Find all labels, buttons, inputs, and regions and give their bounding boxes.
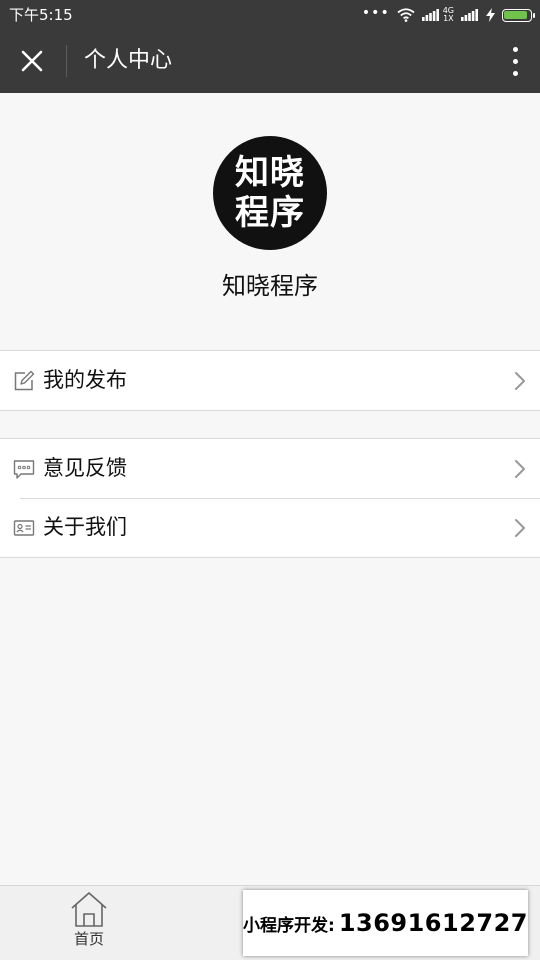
nav-bar: 个人中心 (0, 30, 540, 93)
nav-divider (66, 45, 67, 77)
signal-icon (461, 9, 478, 21)
feedback-icon (13, 460, 35, 479)
wifi-icon (397, 8, 415, 22)
avatar-text-line2: 程序 (235, 193, 305, 233)
menu-group-info: 意见反馈 关于我们 (0, 438, 540, 558)
promo-label: 小程序开发: (243, 915, 335, 936)
avatar-text-line1: 知晓 (235, 153, 305, 193)
more-options-button[interactable] (504, 42, 526, 80)
menu-label: 我的发布 (43, 368, 127, 392)
status-bar: 下午5:15 ••• 4G 1X (0, 0, 540, 30)
close-button[interactable] (10, 40, 54, 82)
page-title: 个人中心 (84, 48, 173, 73)
profile-name: 知晓程序 (222, 272, 318, 300)
charging-icon (486, 8, 495, 22)
battery-icon (502, 8, 535, 22)
more-vertical-icon (512, 70, 518, 76)
more-vertical-icon (512, 46, 518, 52)
status-time: 下午5:15 (9, 6, 73, 24)
promo-phone: 13691612727 (338, 909, 529, 937)
promo-banner: 小程序开发: 13691612727 (243, 890, 528, 956)
home-icon (71, 892, 107, 927)
chevron-right-icon (515, 372, 525, 390)
tab-home[interactable]: 首页 (56, 890, 122, 956)
chevron-right-icon (515, 519, 525, 537)
menu-label: 意见反馈 (43, 456, 127, 480)
avatar[interactable]: 知晓 程序 (213, 136, 327, 250)
id-card-icon (13, 520, 35, 536)
network-type: 4G 1X (443, 7, 454, 23)
more-dots-icon: ••• (361, 5, 390, 21)
close-icon (21, 50, 43, 72)
signal-icon (421, 9, 439, 21)
status-icons: ••• 4G 1X (361, 5, 535, 25)
more-vertical-icon (512, 58, 518, 64)
menu-item-feedback[interactable]: 意见反馈 (0, 439, 540, 498)
menu-label: 关于我们 (43, 515, 127, 539)
battery-level (504, 10, 527, 19)
menu-group-publish: 我的发布 (0, 350, 540, 411)
menu-item-about-us[interactable]: 关于我们 (0, 498, 540, 557)
edit-icon (14, 370, 35, 391)
network-label-bottom: 1X (443, 14, 454, 23)
chevron-right-icon (515, 460, 525, 478)
tab-home-label: 首页 (73, 930, 104, 948)
menu-item-my-posts[interactable]: 我的发布 (0, 351, 540, 410)
